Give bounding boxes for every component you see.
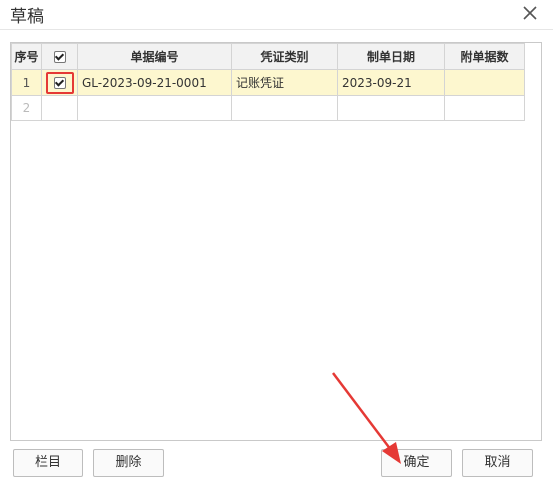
- dialog-title: 草稿: [10, 7, 44, 27]
- row-attachments[interactable]: [444, 69, 525, 96]
- col-header-voucher-type[interactable]: 凭证类别: [231, 43, 338, 70]
- draft-grid: 序号 单据编号 凭证类别 制单日期 附单据数 1 GL-2023-09-21-0…: [10, 42, 542, 441]
- row-doc-no[interactable]: GL-2023-09-21-0001: [77, 69, 232, 96]
- row-checkbox[interactable]: [53, 77, 66, 89]
- col-header-select-all[interactable]: [41, 43, 78, 70]
- close-icon: [523, 6, 537, 20]
- row-select-cell[interactable]: [41, 69, 78, 96]
- row-index: 2: [11, 95, 42, 121]
- columns-button[interactable]: 栏目: [13, 449, 83, 477]
- close-button[interactable]: [519, 2, 541, 24]
- ok-button[interactable]: 确定: [381, 449, 452, 477]
- table-row[interactable]: 2: [11, 95, 525, 121]
- col-header-doc-no[interactable]: 单据编号: [77, 43, 232, 70]
- row-doc-no[interactable]: [77, 95, 232, 121]
- row-date[interactable]: 2023-09-21: [337, 69, 445, 96]
- delete-button[interactable]: 删除: [93, 449, 164, 477]
- table-row[interactable]: 1 GL-2023-09-21-0001 记账凭证 2023-09-21: [11, 69, 525, 96]
- title-divider: [0, 29, 553, 30]
- draft-table: 序号 单据编号 凭证类别 制单日期 附单据数 1 GL-2023-09-21-0…: [11, 43, 525, 121]
- row-voucher-type[interactable]: [231, 95, 338, 121]
- row-voucher-type[interactable]: 记账凭证: [231, 69, 338, 96]
- row-date[interactable]: [337, 95, 445, 121]
- cancel-button[interactable]: 取消: [462, 449, 533, 477]
- table-header-row: 序号 单据编号 凭证类别 制单日期 附单据数: [11, 43, 525, 70]
- row-select-cell[interactable]: [41, 95, 78, 121]
- row-index: 1: [11, 69, 42, 96]
- row-attachments[interactable]: [444, 95, 525, 121]
- col-header-attachments[interactable]: 附单据数: [444, 43, 525, 70]
- select-all-checkbox[interactable]: [53, 51, 66, 63]
- highlight-box: [45, 71, 74, 94]
- col-header-index: 序号: [11, 43, 42, 70]
- col-header-date[interactable]: 制单日期: [337, 43, 445, 70]
